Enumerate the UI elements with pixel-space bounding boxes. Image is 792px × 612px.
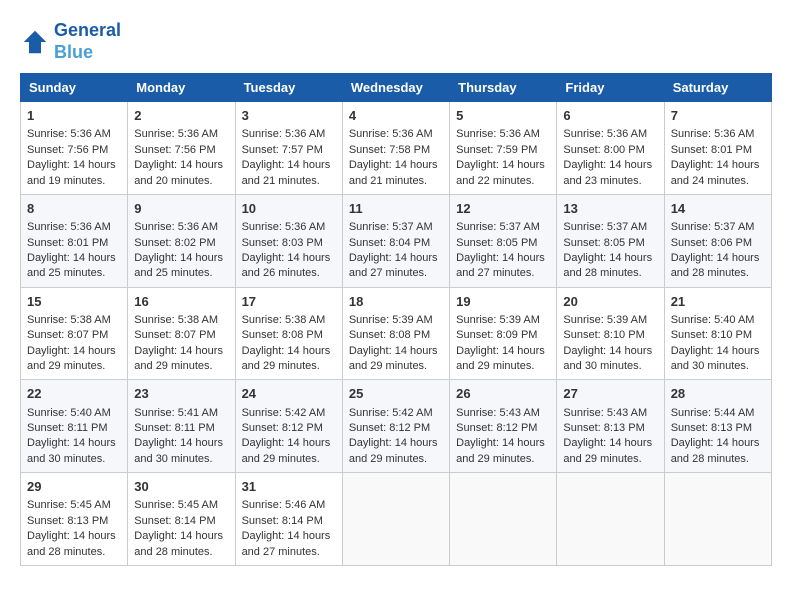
calendar-cell: 10Sunrise: 5:36 AMSunset: 8:03 PMDayligh… <box>235 194 342 287</box>
day-number: 4 <box>349 107 443 125</box>
calendar-cell: 15Sunrise: 5:38 AMSunset: 8:07 PMDayligh… <box>21 287 128 380</box>
calendar-cell <box>342 473 449 566</box>
day-number: 8 <box>27 200 121 218</box>
calendar-cell: 20Sunrise: 5:39 AMSunset: 8:10 PMDayligh… <box>557 287 664 380</box>
calendar-cell: 21Sunrise: 5:40 AMSunset: 8:10 PMDayligh… <box>664 287 771 380</box>
calendar-cell: 14Sunrise: 5:37 AMSunset: 8:06 PMDayligh… <box>664 194 771 287</box>
day-number: 31 <box>242 478 336 496</box>
weekday-header-cell: Monday <box>128 74 235 102</box>
calendar-cell: 22Sunrise: 5:40 AMSunset: 8:11 PMDayligh… <box>21 380 128 473</box>
calendar-cell: 8Sunrise: 5:36 AMSunset: 8:01 PMDaylight… <box>21 194 128 287</box>
calendar-cell: 28Sunrise: 5:44 AMSunset: 8:13 PMDayligh… <box>664 380 771 473</box>
calendar-cell: 5Sunrise: 5:36 AMSunset: 7:59 PMDaylight… <box>450 102 557 195</box>
calendar-cell: 30Sunrise: 5:45 AMSunset: 8:14 PMDayligh… <box>128 473 235 566</box>
calendar-cell <box>450 473 557 566</box>
calendar-row: 8Sunrise: 5:36 AMSunset: 8:01 PMDaylight… <box>21 194 772 287</box>
day-number: 7 <box>671 107 765 125</box>
day-number: 16 <box>134 293 228 311</box>
calendar-cell: 3Sunrise: 5:36 AMSunset: 7:57 PMDaylight… <box>235 102 342 195</box>
logo-text: General Blue <box>54 20 121 63</box>
day-number: 9 <box>134 200 228 218</box>
day-number: 17 <box>242 293 336 311</box>
weekday-header-cell: Friday <box>557 74 664 102</box>
calendar-cell <box>557 473 664 566</box>
day-number: 24 <box>242 385 336 403</box>
day-number: 10 <box>242 200 336 218</box>
calendar-cell: 29Sunrise: 5:45 AMSunset: 8:13 PMDayligh… <box>21 473 128 566</box>
calendar-cell: 23Sunrise: 5:41 AMSunset: 8:11 PMDayligh… <box>128 380 235 473</box>
day-number: 26 <box>456 385 550 403</box>
weekday-header-cell: Saturday <box>664 74 771 102</box>
calendar-cell: 1Sunrise: 5:36 AMSunset: 7:56 PMDaylight… <box>21 102 128 195</box>
weekday-header-cell: Wednesday <box>342 74 449 102</box>
calendar-row: 22Sunrise: 5:40 AMSunset: 8:11 PMDayligh… <box>21 380 772 473</box>
day-number: 27 <box>563 385 657 403</box>
calendar-body: 1Sunrise: 5:36 AMSunset: 7:56 PMDaylight… <box>21 102 772 566</box>
day-number: 15 <box>27 293 121 311</box>
day-number: 29 <box>27 478 121 496</box>
day-number: 22 <box>27 385 121 403</box>
calendar-cell: 2Sunrise: 5:36 AMSunset: 7:56 PMDaylight… <box>128 102 235 195</box>
day-number: 5 <box>456 107 550 125</box>
day-number: 19 <box>456 293 550 311</box>
weekday-header-cell: Sunday <box>21 74 128 102</box>
calendar-cell: 12Sunrise: 5:37 AMSunset: 8:05 PMDayligh… <box>450 194 557 287</box>
calendar-table: SundayMondayTuesdayWednesdayThursdayFrid… <box>20 73 772 566</box>
day-number: 21 <box>671 293 765 311</box>
calendar-cell: 4Sunrise: 5:36 AMSunset: 7:58 PMDaylight… <box>342 102 449 195</box>
day-number: 20 <box>563 293 657 311</box>
calendar-cell: 16Sunrise: 5:38 AMSunset: 8:07 PMDayligh… <box>128 287 235 380</box>
weekday-header-cell: Thursday <box>450 74 557 102</box>
day-number: 11 <box>349 200 443 218</box>
calendar-cell: 7Sunrise: 5:36 AMSunset: 8:01 PMDaylight… <box>664 102 771 195</box>
weekday-header-cell: Tuesday <box>235 74 342 102</box>
calendar-row: 15Sunrise: 5:38 AMSunset: 8:07 PMDayligh… <box>21 287 772 380</box>
calendar-cell: 27Sunrise: 5:43 AMSunset: 8:13 PMDayligh… <box>557 380 664 473</box>
calendar-cell: 18Sunrise: 5:39 AMSunset: 8:08 PMDayligh… <box>342 287 449 380</box>
weekday-header-row: SundayMondayTuesdayWednesdayThursdayFrid… <box>21 74 772 102</box>
day-number: 13 <box>563 200 657 218</box>
calendar-cell: 24Sunrise: 5:42 AMSunset: 8:12 PMDayligh… <box>235 380 342 473</box>
calendar-cell: 13Sunrise: 5:37 AMSunset: 8:05 PMDayligh… <box>557 194 664 287</box>
day-number: 30 <box>134 478 228 496</box>
calendar-cell: 31Sunrise: 5:46 AMSunset: 8:14 PMDayligh… <box>235 473 342 566</box>
day-number: 2 <box>134 107 228 125</box>
calendar-cell: 6Sunrise: 5:36 AMSunset: 8:00 PMDaylight… <box>557 102 664 195</box>
day-number: 25 <box>349 385 443 403</box>
day-number: 1 <box>27 107 121 125</box>
calendar-cell <box>664 473 771 566</box>
day-number: 6 <box>563 107 657 125</box>
logo: General Blue <box>20 20 121 63</box>
logo-icon <box>20 27 50 57</box>
calendar-cell: 11Sunrise: 5:37 AMSunset: 8:04 PMDayligh… <box>342 194 449 287</box>
calendar-cell: 9Sunrise: 5:36 AMSunset: 8:02 PMDaylight… <box>128 194 235 287</box>
calendar-row: 29Sunrise: 5:45 AMSunset: 8:13 PMDayligh… <box>21 473 772 566</box>
day-number: 23 <box>134 385 228 403</box>
day-number: 18 <box>349 293 443 311</box>
day-number: 12 <box>456 200 550 218</box>
day-number: 14 <box>671 200 765 218</box>
calendar-cell: 19Sunrise: 5:39 AMSunset: 8:09 PMDayligh… <box>450 287 557 380</box>
calendar-cell: 25Sunrise: 5:42 AMSunset: 8:12 PMDayligh… <box>342 380 449 473</box>
day-number: 28 <box>671 385 765 403</box>
calendar-row: 1Sunrise: 5:36 AMSunset: 7:56 PMDaylight… <box>21 102 772 195</box>
calendar-cell: 26Sunrise: 5:43 AMSunset: 8:12 PMDayligh… <box>450 380 557 473</box>
calendar-cell: 17Sunrise: 5:38 AMSunset: 8:08 PMDayligh… <box>235 287 342 380</box>
day-number: 3 <box>242 107 336 125</box>
page-header: General Blue <box>20 20 772 63</box>
